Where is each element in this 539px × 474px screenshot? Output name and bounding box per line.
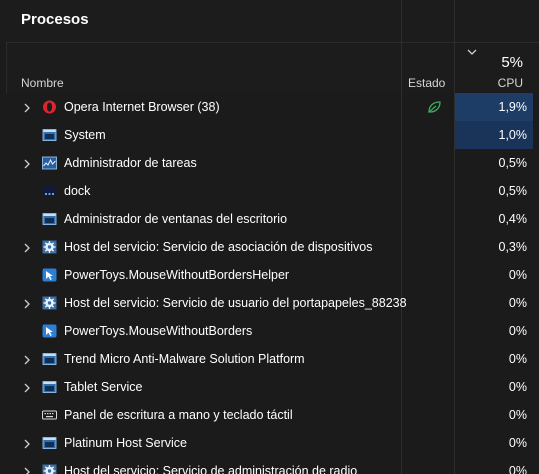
opera-icon xyxy=(42,100,57,114)
cpu-cell: 0,5% xyxy=(455,177,533,205)
table-row[interactable]: Host del servicio: Servicio de usuario d… xyxy=(6,289,539,317)
chevron-right-icon[interactable] xyxy=(22,241,32,253)
table-row[interactable]: Tablet Service 0% xyxy=(6,373,539,401)
chevron-right-icon[interactable] xyxy=(22,353,32,365)
table-row[interactable]: Administrador de tareas 0,5% xyxy=(6,149,539,177)
process-name: Host del servicio: Servicio de usuario d… xyxy=(64,296,407,310)
window-icon xyxy=(42,436,57,450)
cpu-cell: 0% xyxy=(455,457,533,474)
cpu-value: 0% xyxy=(508,408,527,422)
process-name: Tablet Service xyxy=(64,380,143,394)
process-name: System xyxy=(64,128,106,142)
chevron-right-icon[interactable] xyxy=(22,101,32,113)
table-row[interactable]: dock 0,5% xyxy=(6,177,539,205)
process-name: Trend Micro Anti-Malware Solution Platfo… xyxy=(64,352,305,366)
cpu-value: 0,4% xyxy=(498,212,528,226)
process-name: PowerToys.MouseWithoutBordersHelper xyxy=(64,268,290,282)
cpu-cell: 0% xyxy=(455,345,533,373)
cpu-value: 0% xyxy=(508,464,527,474)
dock-icon xyxy=(42,184,57,198)
window-icon xyxy=(42,212,57,226)
keyboard-icon xyxy=(42,408,57,422)
table-row[interactable]: Trend Micro Anti-Malware Solution Platfo… xyxy=(6,345,539,373)
cpu-cell: 0,3% xyxy=(455,233,533,261)
table-row[interactable]: Host del servicio: Servicio de administr… xyxy=(6,457,539,474)
table-row[interactable]: Opera Internet Browser (38) 1,9% xyxy=(6,93,539,121)
chevron-right-icon[interactable] xyxy=(22,437,32,449)
cpu-cell: 0% xyxy=(455,261,533,289)
task-manager-icon xyxy=(42,156,57,170)
window-icon xyxy=(42,380,57,394)
process-name: Opera Internet Browser (38) xyxy=(64,100,220,114)
cpu-value: 0% xyxy=(508,296,527,310)
chevron-right-icon[interactable] xyxy=(22,157,32,169)
cpu-cell: 0% xyxy=(455,289,533,317)
cpu-cell: 0% xyxy=(455,317,533,345)
powertoys-icon xyxy=(42,268,57,282)
gear-icon xyxy=(42,240,57,254)
cpu-value: 0,5% xyxy=(498,156,528,170)
column-header-estado[interactable]: Estado xyxy=(408,76,445,90)
process-name: Platinum Host Service xyxy=(64,436,187,450)
cpu-value: 1,9% xyxy=(498,100,528,114)
process-name: Host del servicio: Servicio de asociació… xyxy=(64,240,373,254)
column-header-cpu[interactable]: CPU xyxy=(498,76,523,90)
process-list: Opera Internet Browser (38) 1,9% System 1,0… xyxy=(6,93,539,474)
table-row[interactable]: System 1,0% xyxy=(6,121,539,149)
cpu-value: 0% xyxy=(508,268,527,282)
process-name: Panel de escritura a mano y teclado táct… xyxy=(64,408,293,422)
page-title: Procesos xyxy=(21,11,89,28)
sort-chevron-icon xyxy=(467,49,477,55)
table-row[interactable]: PowerToys.MouseWithoutBorders 0% xyxy=(6,317,539,345)
window-icon xyxy=(42,352,57,366)
eco-leaf-icon xyxy=(426,99,442,115)
cpu-value: 0% xyxy=(508,380,527,394)
chevron-right-icon[interactable] xyxy=(22,297,32,309)
gear-icon xyxy=(42,296,57,310)
gear-icon xyxy=(42,464,57,474)
process-name: Host del servicio: Servicio de administr… xyxy=(64,464,358,474)
table-row[interactable]: Administrador de ventanas del escritorio… xyxy=(6,205,539,233)
column-header: Nombre Estado 5% CPU xyxy=(6,42,539,93)
cpu-cell: 1,0% xyxy=(455,121,533,149)
task-manager-processes: Procesos Nombre Estado 5% CPU Opera Inte… xyxy=(0,0,539,474)
chevron-right-icon[interactable] xyxy=(22,381,32,393)
cpu-cell: 0,4% xyxy=(455,205,533,233)
cpu-cell: 0% xyxy=(455,429,533,457)
cpu-value: 0% xyxy=(508,436,527,450)
cpu-cell: 1,9% xyxy=(455,93,533,121)
table-row[interactable]: Host del servicio: Servicio de asociació… xyxy=(6,233,539,261)
page-header: Procesos xyxy=(0,0,539,42)
cpu-value: 0% xyxy=(508,324,527,338)
chevron-right-icon[interactable] xyxy=(22,465,32,474)
process-name: Administrador de tareas xyxy=(64,156,197,170)
cpu-cell: 0% xyxy=(455,373,533,401)
cpu-value: 1,0% xyxy=(498,128,528,142)
cpu-value: 0% xyxy=(508,352,527,366)
powertoys-icon xyxy=(42,324,57,338)
process-name: Administrador de ventanas del escritorio xyxy=(64,212,288,226)
cpu-cell: 0% xyxy=(455,401,533,429)
table-row[interactable]: Platinum Host Service 0% xyxy=(6,429,539,457)
table-row[interactable]: Panel de escritura a mano y teclado táct… xyxy=(6,401,539,429)
process-name: PowerToys.MouseWithoutBorders xyxy=(64,324,253,338)
column-header-nombre[interactable]: Nombre xyxy=(21,76,64,90)
process-name: dock xyxy=(64,184,91,198)
cpu-value: 0,5% xyxy=(498,184,528,198)
window-icon xyxy=(42,128,57,142)
cpu-cell: 0,5% xyxy=(455,149,533,177)
table-row[interactable]: PowerToys.MouseWithoutBordersHelper 0% xyxy=(6,261,539,289)
cpu-value: 0,3% xyxy=(498,240,528,254)
cpu-total-percent[interactable]: 5% xyxy=(501,54,523,71)
